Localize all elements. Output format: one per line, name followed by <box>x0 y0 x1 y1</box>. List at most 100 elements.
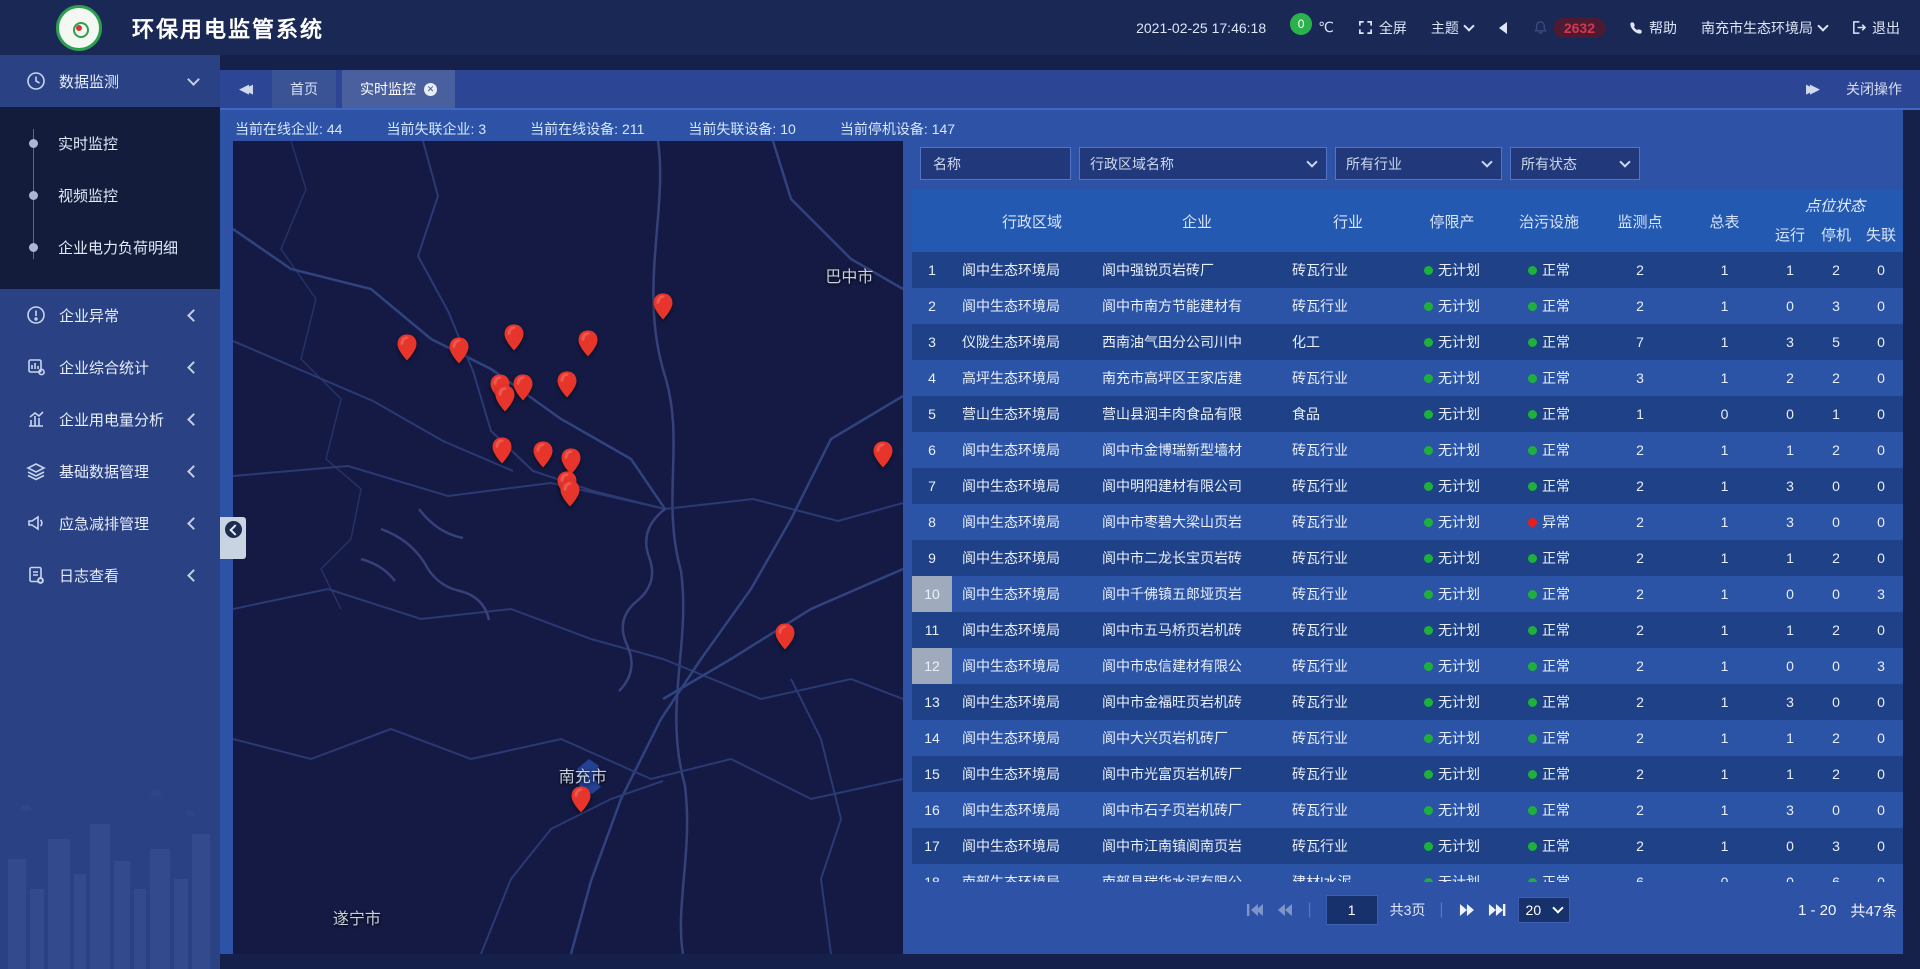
cell-limit-status: 无计划 <box>1404 324 1500 360</box>
first-page-button[interactable] <box>1245 903 1263 917</box>
table-row[interactable]: 17阆中生态环境局阆中市江南镇阆南页岩砖瓦行业无计划正常21030 <box>912 828 1903 864</box>
org-dropdown[interactable]: 南充市生态环境局 <box>1701 18 1827 38</box>
cell-company: 南充市高坪区王家店建 <box>1102 360 1292 396</box>
cell-points: 1 <box>1598 396 1682 432</box>
table-header: 行政区域 企业 行业 停限产 治污设施 监测点 总表 点位状态 运行 停机 失联 <box>912 190 1903 252</box>
map-marker-pin[interactable] <box>494 385 516 413</box>
table-row[interactable]: 9阆中生态环境局阆中市二龙长宝页岩砖砖瓦行业无计划正常21120 <box>912 540 1903 576</box>
sidebar-item[interactable]: 企业异常 <box>0 289 220 341</box>
map-marker-pin[interactable] <box>577 329 599 357</box>
cell-region: 阆中生态环境局 <box>952 504 1102 540</box>
tabs-scroll-right-button[interactable]: ▶▶ <box>1806 81 1820 97</box>
map-marker-pin[interactable] <box>652 293 674 321</box>
map-marker-pin[interactable] <box>556 371 578 399</box>
cell-company: 阆中大兴页岩机砖厂 <box>1102 720 1292 756</box>
cell-run: 1 <box>1767 540 1813 576</box>
sidebar-subitem[interactable]: 实时监控 <box>0 117 220 169</box>
cell-region: 阆中生态环境局 <box>952 288 1102 324</box>
table-row[interactable]: 6阆中生态环境局阆中市金博瑞新型墙材砖瓦行业无计划正常21120 <box>912 432 1903 468</box>
table-row[interactable]: 1阆中生态环境局阆中强锐页岩砖厂砖瓦行业无计划正常21120 <box>912 252 1903 288</box>
table-row[interactable]: 10阆中生态环境局阆中千佛镇五郎垭页岩砖瓦行业无计划正常21003 <box>912 576 1903 612</box>
table-row[interactable]: 13阆中生态环境局阆中市金福旺页岩机砖砖瓦行业无计划正常21300 <box>912 684 1903 720</box>
cell-stop: 0 <box>1813 576 1859 612</box>
table-row[interactable]: 8阆中生态环境局阆中市枣碧大梁山页岩砖瓦行业无计划异常21300 <box>912 504 1903 540</box>
map-road-network <box>233 141 903 954</box>
tabs-scroll-left-button[interactable]: ◀◀ <box>220 70 272 108</box>
page-number-input[interactable] <box>1326 895 1378 925</box>
cell-limit-status: 无计划 <box>1404 612 1500 648</box>
help-button[interactable]: 帮助 <box>1629 18 1677 38</box>
table-row[interactable]: 5营山生态环境局营山县润丰肉食品有限食品无计划正常10010 <box>912 396 1903 432</box>
cell-lost: 0 <box>1859 252 1903 288</box>
next-page-button[interactable] <box>1458 903 1476 917</box>
map-marker-pin[interactable] <box>774 622 796 650</box>
tab-close-icon[interactable]: ✕ <box>424 83 437 96</box>
table-row[interactable]: 7阆中生态环境局阆中明阳建材有限公司砖瓦行业无计划正常21300 <box>912 468 1903 504</box>
sidebar-item[interactable]: 基础数据管理 <box>0 445 220 497</box>
theme-dropdown[interactable]: 主题 <box>1431 18 1473 38</box>
alert-circle-icon <box>26 305 46 325</box>
map-marker-pin[interactable] <box>396 333 418 361</box>
status-dot-icon <box>1424 590 1433 599</box>
map-panel[interactable]: 巴中市南充市遂宁市 <box>233 141 903 954</box>
cell-stop: 0 <box>1813 504 1859 540</box>
cell-lost: 0 <box>1859 432 1903 468</box>
map-marker-pin[interactable] <box>448 337 470 365</box>
mute-button[interactable] <box>1497 21 1509 35</box>
sidebar-item[interactable]: 日志查看 <box>0 549 220 601</box>
table-row[interactable]: 4高坪生态环境局南充市高坪区王家店建砖瓦行业无计划正常31220 <box>912 360 1903 396</box>
status-dot-icon <box>1424 626 1433 635</box>
table-row[interactable]: 15阆中生态环境局阆中市光富页岩机砖厂砖瓦行业无计划正常21120 <box>912 756 1903 792</box>
notification-area[interactable]: 2632 <box>1533 18 1605 38</box>
table-row[interactable]: 2阆中生态环境局阆中市南方节能建材有砖瓦行业无计划正常21030 <box>912 288 1903 324</box>
cell-industry: 砖瓦行业 <box>1292 252 1404 288</box>
cell-treatment-status: 正常 <box>1500 252 1598 288</box>
industry-filter-select[interactable]: 所有行业 <box>1335 147 1502 180</box>
row-number: 5 <box>912 396 952 432</box>
sidebar-subitem[interactable]: 视频监控 <box>0 169 220 221</box>
page-size-select[interactable]: 20 <box>1518 897 1570 923</box>
cell-limit-status: 无计划 <box>1404 432 1500 468</box>
status-dot-icon <box>1424 302 1433 311</box>
map-marker-pin[interactable] <box>570 785 592 813</box>
sidebar-item[interactable]: 企业用电量分析 <box>0 393 220 445</box>
name-filter-input[interactable] <box>931 155 1060 173</box>
chevron-left-icon <box>187 413 200 426</box>
map-marker-pin[interactable] <box>559 479 581 507</box>
cell-run: 0 <box>1767 648 1813 684</box>
logout-button[interactable]: 退出 <box>1851 18 1900 38</box>
top-header-bar: 环保用电监管系统 2021-02-25 17:46:18 0 ℃ 全屏 主题 2… <box>0 0 1920 55</box>
table-row[interactable]: 3仪陇生态环境局西南油气田分公司川中化工无计划正常71350 <box>912 324 1903 360</box>
status-dot-icon <box>1528 302 1537 311</box>
close-operations-button[interactable]: 关闭操作 <box>1846 79 1902 99</box>
sidebar-item[interactable]: 企业综合统计 <box>0 341 220 393</box>
region-filter-select[interactable]: 行政区域名称 <box>1079 147 1327 180</box>
cell-stop: 0 <box>1813 684 1859 720</box>
sidebar-collapse-button[interactable] <box>220 517 246 559</box>
table-row[interactable]: 18南部生态环境局南部县瑞华水泥有限公建材|水泥无计划正常60060 <box>912 864 1903 882</box>
table-row[interactable]: 12阆中生态环境局阆中市忠信建材有限公砖瓦行业无计划正常21003 <box>912 648 1903 684</box>
table-row[interactable]: 11阆中生态环境局阆中市五马桥页岩机砖砖瓦行业无计划正常21120 <box>912 612 1903 648</box>
status-dot-icon <box>1424 518 1433 527</box>
map-marker-pin[interactable] <box>872 440 894 468</box>
tab-realtime-monitor[interactable]: 实时监控 ✕ <box>342 70 455 108</box>
col-header-meter: 总表 <box>1682 190 1767 252</box>
cell-meters: 1 <box>1682 540 1767 576</box>
status-dot-icon <box>1528 806 1537 815</box>
table-row[interactable]: 14阆中生态环境局阆中大兴页岩机砖厂砖瓦行业无计划正常21120 <box>912 720 1903 756</box>
prev-page-button[interactable] <box>1275 903 1293 917</box>
sidebar-item[interactable]: 应急减排管理 <box>0 497 220 549</box>
cell-region: 高坪生态环境局 <box>952 360 1102 396</box>
table-filter-bar: 行政区域名称 所有行业 所有状态 <box>920 147 1640 180</box>
status-dot-icon <box>1528 842 1537 851</box>
last-page-button[interactable] <box>1488 903 1506 917</box>
tab-home[interactable]: 首页 <box>272 70 336 108</box>
table-row[interactable]: 16阆中生态环境局阆中市石子页岩机砖厂砖瓦行业无计划正常21300 <box>912 792 1903 828</box>
map-marker-pin[interactable] <box>491 436 513 464</box>
status-filter-select[interactable]: 所有状态 <box>1510 147 1640 180</box>
sidebar-subitem[interactable]: 企业电力负荷明细 <box>0 221 220 273</box>
sidebar-item[interactable]: 数据监测 <box>0 55 220 107</box>
map-marker-pin[interactable] <box>532 440 554 468</box>
map-marker-pin[interactable] <box>503 324 525 352</box>
fullscreen-button[interactable]: 全屏 <box>1358 18 1407 38</box>
